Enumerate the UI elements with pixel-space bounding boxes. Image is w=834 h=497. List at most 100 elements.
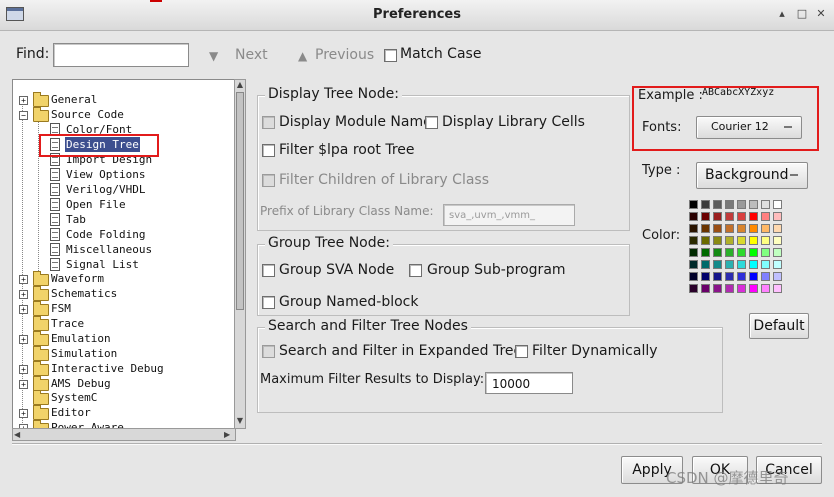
tree-vertical-scrollbar[interactable]: ▲ ▼ [234,79,246,429]
color-swatch[interactable] [701,284,710,293]
color-swatch[interactable] [701,236,710,245]
color-swatch[interactable] [761,212,770,221]
type-select[interactable]: Background [696,162,808,189]
color-swatch[interactable] [713,212,722,221]
window-close-icon[interactable]: ✕ [813,6,829,22]
color-swatch[interactable] [701,248,710,257]
color-swatch[interactable] [761,200,770,209]
color-swatch[interactable] [761,272,770,281]
color-swatch[interactable] [713,200,722,209]
scroll-left-icon: ◀ [14,430,21,439]
color-swatch[interactable] [737,260,746,269]
color-swatch[interactable] [725,248,734,257]
color-swatch[interactable] [737,236,746,245]
color-swatch[interactable] [737,284,746,293]
color-swatch[interactable] [713,284,722,293]
max-results-input[interactable]: 10000 [485,372,573,394]
color-swatch[interactable] [713,224,722,233]
color-swatch[interactable] [725,260,734,269]
color-swatch[interactable] [737,200,746,209]
next-button[interactable]: Next [235,47,268,63]
color-swatch[interactable] [725,236,734,245]
color-swatch[interactable] [749,236,758,245]
previous-button[interactable]: Previous [315,47,374,63]
color-swatch[interactable] [773,224,782,233]
color-swatch[interactable] [773,236,782,245]
color-swatch[interactable] [761,284,770,293]
folder-icon [33,346,49,361]
color-swatch[interactable] [761,224,770,233]
scroll-down-icon: ▼ [236,416,244,425]
color-swatch[interactable] [689,248,698,257]
color-swatch[interactable] [737,248,746,257]
color-swatch[interactable] [689,200,698,209]
color-palette[interactable] [689,200,785,296]
color-swatch[interactable] [725,200,734,209]
color-swatch[interactable] [761,248,770,257]
color-swatch[interactable] [725,272,734,281]
match-case-checkbox[interactable] [384,49,397,62]
color-swatch[interactable] [701,272,710,281]
window-restore-icon[interactable]: □ [794,6,810,22]
color-swatch[interactable] [689,236,698,245]
find-input[interactable] [53,43,189,67]
color-swatch[interactable] [689,212,698,221]
tree-horizontal-scrollbar[interactable]: ◀ ▶ [12,428,236,441]
color-swatch[interactable] [689,284,698,293]
color-swatch[interactable] [713,248,722,257]
color-swatch[interactable] [725,212,734,221]
color-swatch[interactable] [749,212,758,221]
color-swatch[interactable] [773,260,782,269]
color-swatch[interactable] [713,260,722,269]
filter-children-checkbox[interactable] [262,174,275,187]
display-library-cells-checkbox[interactable] [425,116,438,129]
window-raise-icon[interactable]: ▴ [774,6,790,22]
color-swatch[interactable] [689,224,698,233]
prefix-input[interactable]: sva_,uvm_,vmm_ [443,204,575,226]
page-icon [50,228,60,241]
group-sub-program-checkbox[interactable] [409,264,422,277]
color-swatch[interactable] [761,236,770,245]
color-swatch[interactable] [749,248,758,257]
color-swatch[interactable] [749,224,758,233]
page-icon [50,183,60,196]
color-swatch[interactable] [749,272,758,281]
group-sva-node-checkbox[interactable] [262,264,275,277]
color-swatch[interactable] [773,284,782,293]
color-swatch[interactable] [689,272,698,281]
color-swatch[interactable] [749,284,758,293]
default-button[interactable]: Default [749,313,809,339]
previous-arrow-icon: ▲ [298,49,308,63]
color-swatch[interactable] [725,224,734,233]
folder-icon [33,331,49,346]
color-swatch[interactable] [749,260,758,269]
group-named-block-checkbox[interactable] [262,296,275,309]
color-swatch[interactable] [725,284,734,293]
color-swatch[interactable] [761,260,770,269]
color-swatch[interactable] [749,200,758,209]
color-swatch[interactable] [701,224,710,233]
filter-dynamically-checkbox[interactable] [515,345,528,358]
color-swatch[interactable] [701,260,710,269]
page-icon [50,213,60,226]
category-tree[interactable]: + General − Source Code Color/Font Desig… [12,79,236,429]
search-expanded-checkbox[interactable] [262,345,275,358]
match-case-label: Match Case [400,46,482,62]
color-swatch[interactable] [773,212,782,221]
folder-icon [33,301,49,316]
color-swatch[interactable] [773,200,782,209]
color-swatch[interactable] [689,260,698,269]
color-swatch[interactable] [713,272,722,281]
color-swatch[interactable] [701,200,710,209]
color-swatch[interactable] [737,212,746,221]
display-module-name-checkbox[interactable] [262,116,275,129]
filter-lpa-root-checkbox[interactable] [262,144,275,157]
color-swatch[interactable] [773,272,782,281]
color-swatch[interactable] [773,248,782,257]
color-swatch[interactable] [713,236,722,245]
folder-icon [33,361,49,376]
color-swatch[interactable] [737,224,746,233]
color-swatch[interactable] [701,212,710,221]
color-swatch[interactable] [737,272,746,281]
color-label: Color: [642,228,681,243]
